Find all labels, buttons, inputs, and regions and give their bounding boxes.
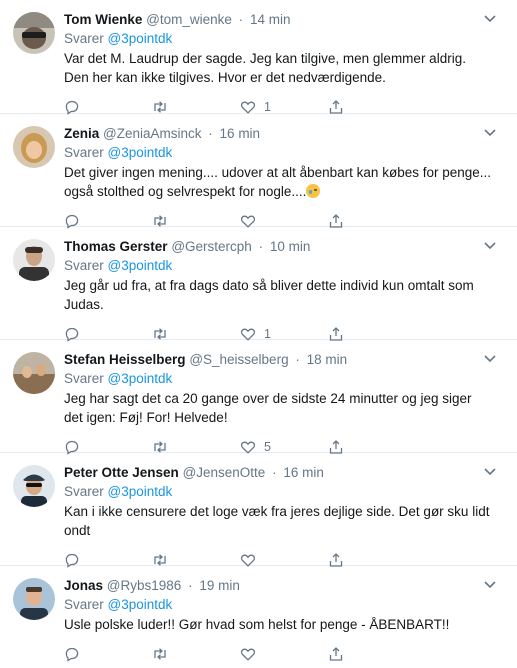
timestamp[interactable]: 10 min [270,239,311,254]
author-name[interactable]: Tom Wienke [64,12,142,27]
share-button[interactable] [328,99,416,115]
tweet-text: Jeg har sagt det ca 20 gange over de sid… [64,391,472,425]
avatar[interactable] [13,578,55,620]
reply-mention[interactable]: @3pointdk [108,597,173,612]
retweet-icon [154,101,166,113]
tweet[interactable]: Jonas @Rybs1986 · 19 min Svarer @3pointd… [0,566,517,666]
retweet-button[interactable] [152,99,240,115]
author-handle[interactable]: @JensenOtte [183,465,266,480]
like-button[interactable]: 1 [240,99,328,115]
reply-prefix: Svarer [64,145,104,160]
reply-prefix: Svarer [64,258,104,273]
avatar[interactable] [13,465,55,507]
retweet-button[interactable] [152,646,240,662]
tweet-header: Peter Otte Jensen @JensenOtte · 16 min [64,463,505,482]
reply-button[interactable] [64,99,152,115]
retweet-icon [154,648,166,660]
reply-context: Svarer @3pointdk [64,482,505,501]
tweet[interactable]: Thomas Gerster @Gerstercph · 10 min Svar… [0,227,517,342]
reply-context: Svarer @3pointdk [64,29,505,48]
timestamp[interactable]: 16 min [220,126,261,141]
reply-prefix: Svarer [64,371,104,386]
tweet-text: Kan i ikke censurere det loge væk fra je… [64,504,490,538]
author-handle[interactable]: @Rybs1986 [107,578,182,593]
reply-button[interactable] [64,646,152,662]
share-button[interactable] [328,646,416,662]
avatar[interactable] [13,239,55,281]
separator-dot: · [295,352,300,367]
author-handle[interactable]: @tom_wienke [146,12,232,27]
like-icon [240,101,256,114]
tweet[interactable]: Tom Wienke @tom_wienke · 14 min Svarer @… [0,0,517,115]
reply-feed: Tom Wienke @tom_wienke · 14 min Svarer @… [0,0,517,666]
reply-mention[interactable]: @3pointdk [108,31,173,46]
like-count: 1 [264,327,271,341]
tweet-header: Tom Wienke @tom_wienke · 14 min [64,10,505,29]
reply-prefix: Svarer [64,31,104,46]
tweet-text: Jeg går ud fra, at fra dags dato så bliv… [64,278,474,312]
like-icon [240,648,256,661]
like-button[interactable] [240,646,328,662]
avatar[interactable] [13,126,55,168]
author-name[interactable]: Zenia [64,126,99,141]
tweet-header: Thomas Gerster @Gerstercph · 10 min [64,237,505,256]
chevron-down-icon[interactable] [483,580,497,590]
reply-context: Svarer @3pointdk [64,595,505,614]
chevron-down-icon[interactable] [483,241,497,251]
author-handle[interactable]: @Gerstercph [171,239,251,254]
separator-dot: · [272,465,277,480]
separator-dot: · [188,578,193,593]
tweet-text: Var det M. Laudrup der sagde. Jeg kan ti… [64,51,466,85]
share-icon [329,647,343,661]
reply-icon [65,100,79,115]
reply-prefix: Svarer [64,484,104,499]
avatar[interactable] [13,352,55,394]
reply-mention[interactable]: @3pointdk [108,258,173,273]
chevron-down-icon[interactable] [483,354,497,364]
author-handle[interactable]: @ZeniaAmsinck [103,126,201,141]
tweet-text-container: Det giver ingen mening.... udover at alt… [64,163,505,201]
tweet-header: Stefan Heisselberg @S_heisselberg · 18 m… [64,350,505,369]
separator-dot: · [258,239,264,254]
separator-dot: · [238,12,244,27]
reply-mention[interactable]: @3pointdk [108,484,173,499]
tweet[interactable]: Zenia @ZeniaAmsinck · 16 min Svarer @3po… [0,114,517,229]
tweet[interactable]: Peter Otte Jensen @JensenOtte · 16 min S… [0,453,517,568]
share-icon [329,100,343,114]
like-count: 1 [264,100,271,114]
reply-context: Svarer @3pointdk [64,143,505,162]
chevron-down-icon[interactable] [483,128,497,138]
reply-mention[interactable]: @3pointdk [108,371,173,386]
reply-prefix: Svarer [64,597,104,612]
timestamp[interactable]: 14 min [250,12,291,27]
separator-dot: · [208,126,213,141]
chevron-down-icon[interactable] [483,467,497,477]
author-name[interactable]: Peter Otte Jensen [64,465,179,480]
timestamp[interactable]: 18 min [307,352,348,367]
timestamp[interactable]: 19 min [199,578,240,593]
author-name[interactable]: Thomas Gerster [64,239,168,254]
tweet[interactable]: Stefan Heisselberg @S_heisselberg · 18 m… [0,340,517,455]
author-name[interactable]: Jonas [64,578,103,593]
reply-context: Svarer @3pointdk [64,256,505,275]
tweet-text: Usle polske luder!! Gør hvad som helst f… [64,617,450,632]
avatar[interactable] [13,12,55,54]
timestamp[interactable]: 16 min [283,465,324,480]
tweet-header: Jonas @Rybs1986 · 19 min [64,576,505,595]
reply-mention[interactable]: @3pointdk [108,145,173,160]
like-count: 5 [264,440,271,454]
chevron-down-icon[interactable] [483,14,497,24]
crying-face-icon [306,184,321,198]
author-handle[interactable]: @S_heisselberg [189,352,288,367]
author-name[interactable]: Stefan Heisselberg [64,352,186,367]
reply-context: Svarer @3pointdk [64,369,505,388]
tweet-text: Det giver ingen mening.... udover at alt… [64,165,492,199]
tweet-header: Zenia @ZeniaAmsinck · 16 min [64,124,505,143]
tweet-actions [64,640,505,668]
reply-icon [65,647,79,662]
